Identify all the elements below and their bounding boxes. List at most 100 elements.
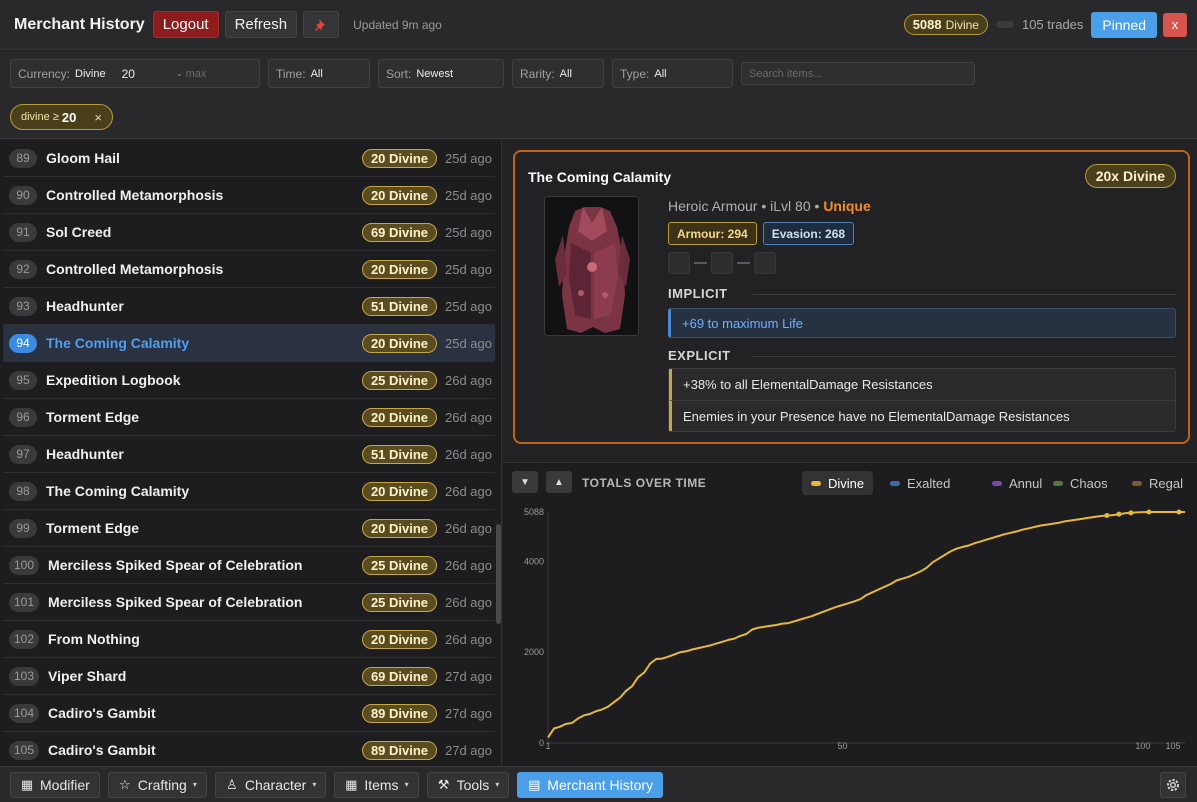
search-input[interactable]: Search items... [741, 62, 975, 85]
trade-row[interactable]: 103 Viper Shard 69 Divine 27d ago [3, 658, 495, 695]
currency-filter[interactable]: Currency: Divine 20 - max [10, 59, 260, 88]
item-base: Heroic Armour [668, 198, 758, 214]
explicit-mod: Enemies in your Presence have no Element… [669, 400, 1175, 431]
legend-swatch [811, 480, 821, 486]
logout-button[interactable]: Logout [152, 11, 219, 38]
legend-label: Exalted [907, 475, 951, 491]
refresh-button[interactable]: Refresh [224, 11, 298, 38]
top-bar: Merchant History Logout Refresh Updated … [0, 0, 1197, 50]
data-point [1176, 509, 1182, 515]
time-ago: 27d ago [445, 742, 492, 758]
trade-row[interactable]: 102 From Nothing 20 Divine 26d ago [3, 621, 495, 658]
trade-row[interactable]: 90 Controlled Metamorphosis 20 Divine 25d a… [3, 177, 495, 214]
price-badge: 69 Divine [362, 222, 437, 242]
price-badge: 25 Divine [362, 370, 437, 390]
row-index: 94 [9, 333, 37, 353]
chip-label: divine ≥ [21, 111, 59, 123]
sort-label: Sort: [386, 66, 412, 81]
legend-label: Divine [828, 475, 865, 491]
item-name: Torment Edge [46, 520, 140, 536]
settings-button[interactable] [1160, 772, 1186, 798]
merchant-history-button[interactable]: ▤ Merchant History [517, 771, 664, 798]
currency-select[interactable]: Divine [75, 68, 106, 80]
price-badge: 20 Divine [362, 481, 437, 501]
time-ago: 25d ago [445, 335, 492, 351]
total-badge: 5088 Divine [903, 14, 988, 35]
legend-swatch [1053, 480, 1063, 486]
trade-row[interactable]: 94 The Coming Calamity 20 Divine 25d ago [3, 325, 495, 362]
row-index: 91 [9, 222, 37, 242]
collapse-button[interactable]: ▼ [512, 471, 538, 493]
trade-row[interactable]: 91 Sol Creed 69 Divine 25d ago [3, 214, 495, 251]
trade-row[interactable]: 101 Merciless Spiked Spear of Celebration… [3, 584, 495, 621]
price-badge: 25 Divine [362, 592, 437, 612]
legend-item-annul[interactable]: Annul [983, 471, 1051, 495]
legend-item-divine[interactable]: Divine [802, 471, 874, 495]
trade-row[interactable]: 99 Torment Edge 20 Divine 26d ago [3, 510, 495, 547]
time-select[interactable]: All [311, 68, 323, 80]
legend-item-regal[interactable]: Regal [1123, 471, 1192, 495]
time-ago: 25d ago [445, 150, 492, 166]
items-button[interactable]: ▦ Items ▾ [334, 771, 419, 798]
armour-tag: Armour: 294 [668, 222, 757, 245]
pushpin-icon [315, 18, 326, 31]
max-input[interactable]: max [186, 68, 207, 80]
close-button[interactable]: x [1163, 12, 1187, 37]
list-scrollbar[interactable] [496, 524, 501, 624]
trade-row[interactable]: 104 Cadiro's Gambit 89 Divine 27d ago [3, 695, 495, 732]
sort-select[interactable]: Newest [416, 68, 453, 80]
trade-row[interactable]: 96 Torment Edge 20 Divine 26d ago [3, 399, 495, 436]
explicit-mods: +38% to all ElementalDamage Resistances … [668, 368, 1176, 432]
chip-value: 20 [61, 109, 77, 125]
expand-button[interactable]: ▲ [546, 471, 572, 493]
crafting-button[interactable]: ☆ Crafting ▾ [107, 771, 207, 798]
min-input[interactable]: 20 [122, 67, 172, 81]
item-name: The Coming Calamity [46, 483, 190, 499]
modifier-button[interactable]: ▦ Modifier [10, 771, 100, 798]
item-name: Cadiro's Gambit [48, 705, 156, 721]
chip-remove-icon[interactable]: × [94, 110, 102, 125]
character-button[interactable]: ♙ Character ▾ [214, 771, 327, 798]
price-badge: 25 Divine [362, 555, 437, 575]
tools-button[interactable]: ⚒ Tools ▾ [426, 771, 510, 798]
row-index: 97 [9, 444, 37, 464]
item-name: Torment Edge [46, 409, 140, 425]
item-price-badge: 20x Divine [1084, 164, 1176, 188]
price-badge: 20 Divine [362, 148, 437, 168]
trade-row[interactable]: 98 The Coming Calamity 20 Divine 26d ago [3, 473, 495, 510]
time-filter[interactable]: Time: All [268, 59, 370, 88]
toggle-switch[interactable] [995, 21, 1014, 28]
y-tick-label: 4000 [524, 556, 544, 566]
trade-row[interactable]: 95 Expedition Logbook 25 Divine 26d ago [3, 362, 495, 399]
modifier-label: Modifier [40, 776, 90, 793]
currency-label: Currency: [18, 66, 71, 81]
time-ago: 26d ago [445, 631, 492, 647]
y-tick-label: 0 [539, 738, 544, 748]
chevron-down-icon: ▾ [404, 780, 409, 789]
rarity-select[interactable]: All [560, 68, 572, 80]
trade-row[interactable]: 97 Headhunter 51 Divine 26d ago [3, 436, 495, 473]
legend-swatch [992, 480, 1002, 486]
item-meta: Heroic Armour • iLvl 80 • Unique [668, 198, 871, 214]
type-filter[interactable]: Type: All [612, 59, 733, 88]
crafting-label: Crafting [137, 776, 187, 793]
trade-row[interactable]: 89 Gloom Hail 20 Divine 25d ago [3, 140, 495, 177]
pinned-button[interactable]: Pinned [1091, 11, 1157, 38]
character-label: Character [244, 776, 307, 793]
search-placeholder: Search items... [749, 67, 823, 80]
rarity-filter[interactable]: Rarity: All [512, 59, 604, 88]
socket-link [737, 262, 750, 264]
data-point [1104, 513, 1110, 519]
trade-row[interactable]: 105 Cadiro's Gambit 89 Divine 27d ago [3, 732, 495, 766]
trade-row[interactable]: 92 Controlled Metamorphosis 20 Divine 25d a… [3, 251, 495, 288]
trade-row[interactable]: 100 Merciless Spiked Spear of Celebration… [3, 547, 495, 584]
x-tick-label: 1 [545, 741, 550, 751]
trade-row[interactable]: 93 Headhunter 51 Divine 25d ago [3, 288, 495, 325]
pin-button[interactable] [303, 11, 340, 38]
sort-filter[interactable]: Sort: Newest [378, 59, 504, 88]
time-ago: 26d ago [445, 409, 492, 425]
type-select[interactable]: All [654, 68, 666, 80]
row-index: 103 [9, 666, 40, 686]
legend-item-exalted[interactable]: Exalted [881, 471, 959, 495]
legend-item-chaos[interactable]: Chaos [1044, 471, 1117, 495]
